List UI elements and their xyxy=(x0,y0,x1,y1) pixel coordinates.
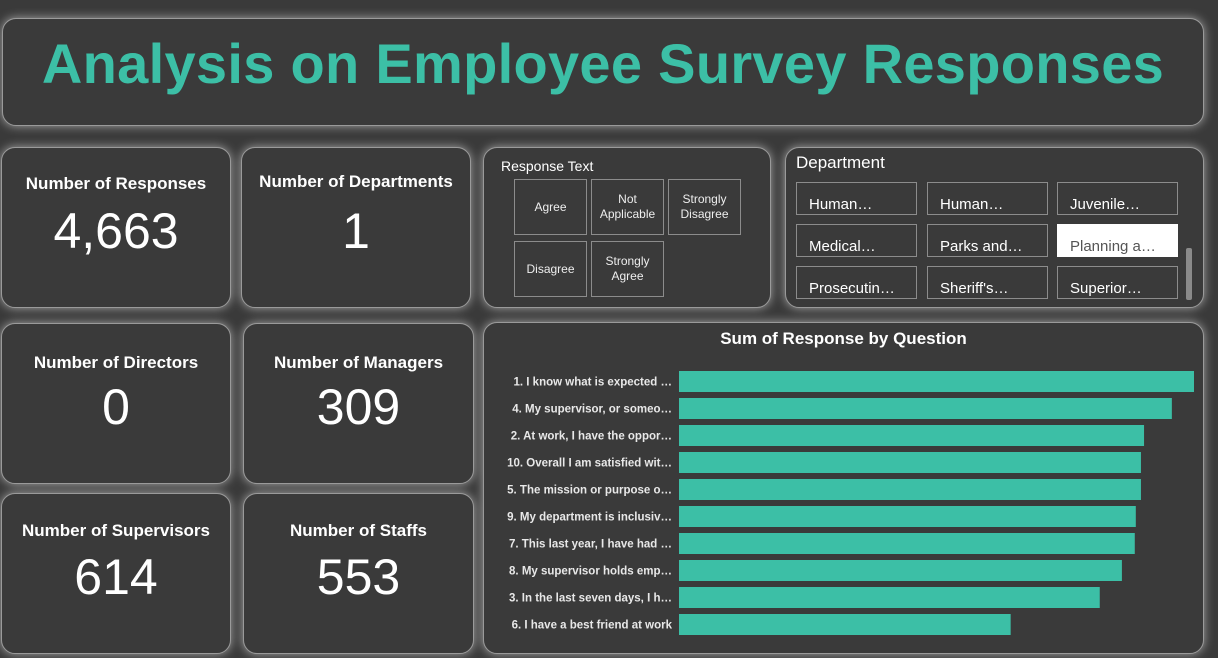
kpi-supervisors-value: 614 xyxy=(74,549,158,605)
question-label: 3. In the last seven days, I h… xyxy=(509,593,672,605)
department-option[interactable]: Human… xyxy=(927,182,1048,215)
question-bar[interactable] xyxy=(679,452,1141,473)
department-option[interactable]: Juvenile… xyxy=(1057,182,1178,215)
kpi-supervisors-label: Number of Supervisors xyxy=(22,521,210,540)
kpi-directors-card: Number of Directors 0 xyxy=(1,323,231,484)
question-bar[interactable] xyxy=(679,479,1141,500)
department-slicer-scrollbar[interactable] xyxy=(1186,248,1192,300)
question-bar[interactable] xyxy=(679,560,1122,581)
question-label: 10. Overall I am satisfied wit… xyxy=(507,458,672,470)
question-bar[interactable] xyxy=(679,398,1172,419)
kpi-managers-label: Number of Managers xyxy=(273,353,444,372)
department-option[interactable]: Superior… xyxy=(1057,266,1178,299)
department-option[interactable]: Prosecutin… xyxy=(796,266,917,299)
kpi-departments-label: Number of Departments xyxy=(259,172,453,191)
question-label: 5. The mission or purpose o… xyxy=(507,485,672,497)
kpi-departments-card: Number of Departments 1 xyxy=(241,147,471,308)
question-label: 9. My department is inclusiv… xyxy=(507,512,672,524)
question-label: 1. I know what is expected … xyxy=(514,377,673,389)
question-bar-chart: 1. I know what is expected … 4. My superv… xyxy=(507,371,1194,635)
response-text-slicer: Response Text Agree Not Applicable Stron… xyxy=(483,147,771,308)
department-slicer: Department Human… Human… Juvenile… Medic… xyxy=(785,147,1204,308)
response-option-agree[interactable]: Agree xyxy=(514,179,587,235)
question-bar[interactable] xyxy=(679,425,1145,446)
title-card: Analysis on Employee Survey Responses xyxy=(2,18,1204,126)
department-option[interactable]: Parks and… xyxy=(927,224,1048,257)
kpi-directors-label: Number of Directors xyxy=(33,353,199,372)
question-bar[interactable] xyxy=(679,371,1194,392)
question-chart-card: 1. I know what is expected … 4. My superv… xyxy=(483,322,1204,654)
kpi-staffs-label: Number of Staffs xyxy=(290,521,427,540)
department-option[interactable]: Sheriff's… xyxy=(927,266,1048,299)
question-label: 4. My supervisor, or someo… xyxy=(512,404,672,416)
kpi-directors-value: 0 xyxy=(102,379,130,435)
kpi-managers-value: 309 xyxy=(316,379,401,435)
department-option[interactable]: Human… xyxy=(796,182,917,215)
response-option-not-applicable[interactable]: Not Applicable xyxy=(591,179,664,235)
kpi-staffs-value: 553 xyxy=(316,549,401,605)
department-option[interactable]: Medical… xyxy=(796,224,917,257)
question-label: 7. This last year, I have had … xyxy=(509,539,672,551)
dashboard-title: Analysis on Employee Survey Responses xyxy=(41,32,1165,95)
response-option-strongly-agree[interactable]: Strongly Agree xyxy=(591,241,664,297)
department-option-selected[interactable]: Planning a… xyxy=(1057,224,1178,257)
question-bar[interactable] xyxy=(679,614,1011,635)
chart-title: Sum of Response by Question xyxy=(720,329,967,348)
kpi-responses-label: Number of Responses xyxy=(25,174,207,193)
kpi-responses-value: 4,663 xyxy=(53,203,179,259)
department-slicer-title: Department xyxy=(796,153,885,172)
response-option-strongly-disagree[interactable]: Strongly Disagree xyxy=(668,179,741,235)
kpi-managers-card: Number of Managers 309 xyxy=(243,323,474,484)
response-option-disagree[interactable]: Disagree xyxy=(514,241,587,297)
question-label: 6. I have a best friend at work xyxy=(512,620,673,632)
kpi-staffs-card: Number of Staffs 553 xyxy=(243,493,474,654)
kpi-responses-card: Number of Responses 4,663 xyxy=(1,147,231,308)
kpi-departments-value: 1 xyxy=(342,203,370,259)
question-label: 2. At work, I have the oppor… xyxy=(511,431,672,443)
response-text-slicer-title: Response Text xyxy=(501,158,594,174)
question-bar[interactable] xyxy=(679,506,1136,527)
question-label: 8. My supervisor holds emp… xyxy=(509,566,672,578)
question-bar[interactable] xyxy=(679,533,1135,554)
kpi-supervisors-card: Number of Supervisors 614 xyxy=(1,493,231,654)
question-bar[interactable] xyxy=(679,587,1100,608)
